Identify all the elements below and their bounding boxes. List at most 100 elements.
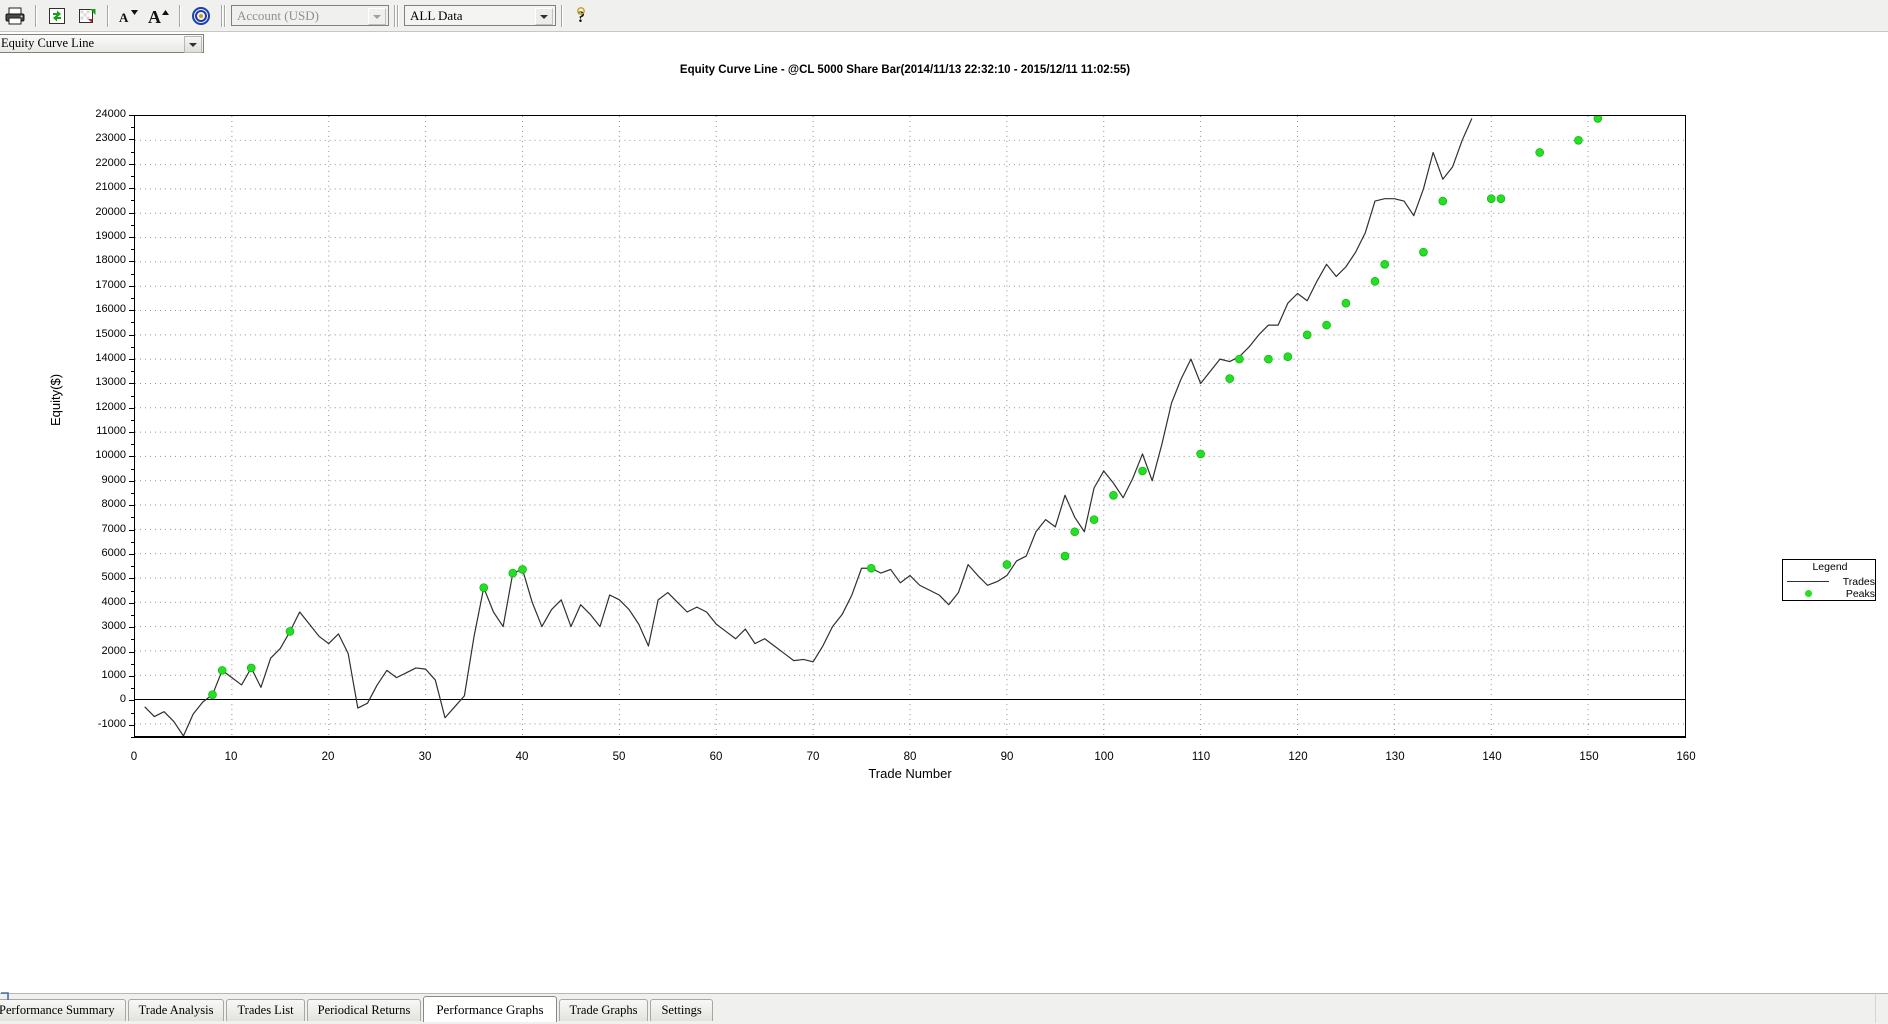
toolbar-separator-7 (397, 4, 399, 27)
chart-type-bar: Equity Curve Line (0, 32, 1888, 56)
y-axis-tick-label: 14000 (95, 351, 126, 364)
y-axis-tick-label: -1000 (97, 717, 126, 730)
y-axis-tick-label: 22000 (95, 156, 126, 169)
y-axis-tick-label: 9000 (101, 473, 126, 486)
x-axis-tick-label: 160 (1676, 751, 1696, 763)
account-combo-value: Account (USD) (237, 7, 319, 23)
tab-label: Settings (661, 1003, 702, 1017)
chart-region: Equity Curve Line - @CL 5000 Share Bar(2… (0, 56, 1888, 994)
chart-type-value: Equity Curve Line (1, 36, 95, 50)
y-axis-tick-label: 1000 (101, 669, 126, 682)
export-button[interactable] (73, 3, 101, 29)
refresh-button[interactable] (43, 3, 71, 29)
x-axis-tick-label: 70 (806, 751, 820, 763)
y-axis-tick-label: 24000 (95, 108, 126, 120)
tab-settings[interactable]: Settings (650, 999, 713, 1021)
x-axis-tick-label: 80 (903, 751, 917, 763)
tab-trade-graphs[interactable]: Trade Graphs (558, 999, 649, 1021)
print-button[interactable] (1, 3, 29, 29)
data-filter-combo[interactable]: ALL Data (404, 5, 556, 26)
tab-label: Periodical Returns (317, 1003, 411, 1017)
toolbar-separator-6 (394, 4, 396, 27)
legend-entry-peaks: Peaks (1783, 587, 1877, 600)
tab-label: Performance Summary (0, 1003, 115, 1017)
increase-font-button[interactable]: A (145, 3, 173, 29)
y-axis-tick-label: 4000 (101, 595, 126, 608)
y-axis-tick-label: 6000 (101, 547, 126, 560)
svg-text:A: A (148, 7, 161, 26)
y-axis-tick-label: 7000 (101, 522, 126, 535)
y-axis-tick-label: 23000 (95, 132, 126, 145)
tab-label: Trades List (237, 1003, 294, 1017)
y-axis-tick-label: 5000 (101, 571, 126, 584)
toolbar-separator-3 (179, 4, 181, 27)
tab-trades-list[interactable]: Trades List (226, 999, 305, 1021)
data-filter-value: ALL Data (410, 7, 463, 23)
tab-label: Performance Graphs (436, 1001, 544, 1017)
y-axis-tick-label: 8000 (101, 498, 126, 511)
y-axis-tick-label: 12000 (95, 400, 126, 413)
x-axis-tick-label: 120 (1288, 751, 1308, 763)
y-axis-tick-label: 11000 (96, 425, 126, 438)
chart-type-combo[interactable]: Equity Curve Line (0, 34, 204, 53)
x-axis-tick-label: 10 (224, 751, 238, 763)
x-axis-tick-label: 130 (1385, 751, 1405, 763)
tab-label: Trade Graphs (569, 1003, 638, 1017)
account-combo[interactable]: Account (USD) (231, 5, 389, 26)
chevron-down-icon[interactable] (368, 8, 386, 25)
plot-area[interactable] (134, 115, 1686, 737)
toolbar-separator-5 (224, 4, 226, 27)
x-axis-tick-label: 40 (515, 751, 529, 763)
chevron-down-icon[interactable] (184, 36, 202, 53)
tab-label: Trade Analysis (138, 1003, 214, 1017)
equity-curve-series (144, 116, 1603, 736)
chevron-down-icon[interactable] (535, 8, 553, 25)
help-button[interactable]: ? (569, 3, 597, 29)
tab-performance-summary[interactable]: Performance Summary (0, 999, 126, 1021)
x-axis-tick-label: 150 (1579, 751, 1599, 763)
target-icon[interactable] (187, 3, 215, 29)
chart-legend: Legend Trades Peaks (1782, 559, 1876, 601)
y-axis-tick-label: 21000 (95, 181, 126, 194)
x-axis-tick-label: 110 (1191, 751, 1211, 763)
y-axis-tick-label: 20000 (95, 205, 126, 218)
toolbar-separator-8 (561, 4, 563, 27)
toolbar-separator-1 (35, 4, 37, 27)
x-axis-tick-label: 30 (418, 751, 432, 763)
bottom-tabstrip: Performance Summary Trade Analysis Trades … (0, 993, 1888, 1024)
y-axis-tick-label: 19000 (95, 229, 126, 242)
y-axis-title: Equity($) (48, 373, 63, 426)
x-axis-tick-label: 60 (709, 751, 723, 763)
y-axis-tick-label: 18000 (95, 254, 126, 267)
tab-performance-graphs[interactable]: Performance Graphs (423, 996, 557, 1022)
x-axis-tick-label: 20 (321, 751, 335, 763)
x-axis-tick-label: 100 (1094, 751, 1114, 763)
toolbar-separator-2 (107, 4, 109, 27)
y-axis-tick-label: 0 (119, 693, 126, 706)
x-axis-tick-label: 0 (130, 751, 138, 763)
y-axis-tick-label: 2000 (101, 644, 126, 657)
y-axis-tick-label: 15000 (95, 327, 126, 340)
y-axis-tick-label: 3000 (101, 620, 126, 633)
legend-dot-marker (1783, 587, 1833, 600)
resize-handle-icon[interactable] (0, 992, 16, 1002)
y-axis-tick-label: 16000 (95, 303, 126, 316)
x-axis-title: Trade Number (868, 766, 952, 781)
svg-text:A: A (119, 10, 129, 25)
legend-title: Legend (1812, 561, 1848, 573)
legend-label-peaks: Peaks (1845, 587, 1875, 600)
decrease-font-button[interactable]: A (115, 3, 143, 29)
tab-trade-analysis[interactable]: Trade Analysis (127, 999, 225, 1021)
main-toolbar: A A Account (USD) ALL Data ? (0, 0, 1888, 32)
tab-periodical-returns[interactable]: Periodical Returns (306, 999, 422, 1021)
chart-title: Equity Curve Line - @CL 5000 Share Bar(2… (679, 64, 1131, 76)
y-axis-tick-label: 10000 (95, 449, 126, 462)
x-axis-line (134, 737, 1686, 738)
tabstrip-right-edge (1875, 994, 1888, 1023)
toolbar-separator-4 (221, 4, 223, 27)
x-axis-tick-label: 50 (612, 751, 626, 763)
x-axis-tick-label: 140 (1482, 751, 1502, 763)
legend-label-trades: Trades (1842, 575, 1875, 588)
y-axis-tick-label: 13000 (95, 376, 126, 389)
y-axis-tick-label: 17000 (95, 278, 126, 291)
